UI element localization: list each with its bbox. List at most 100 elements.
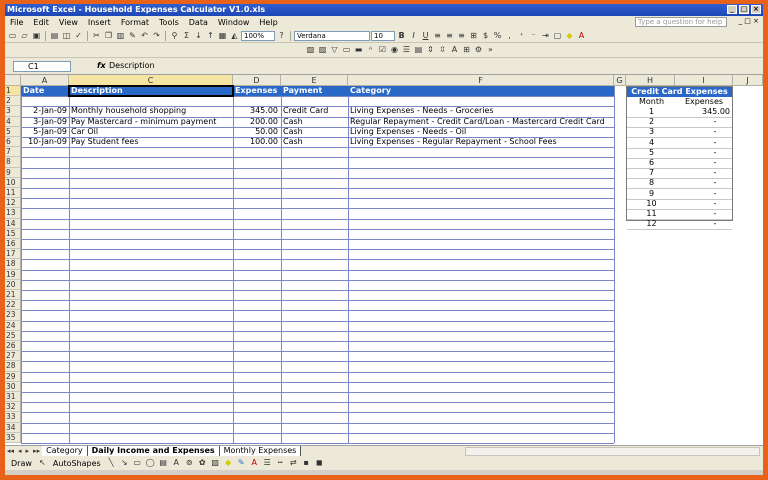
save-icon[interactable]: ▣ [31,31,42,41]
row-header[interactable]: 15 [5,228,21,239]
row-header[interactable]: 23 [5,310,21,321]
fill-color-icon[interactable]: ◆ [564,31,575,41]
column-header-g[interactable]: G [614,75,626,86]
zoom-select[interactable]: 100% [241,30,275,41]
column-header-j[interactable]: J [733,75,763,86]
cc-expense-cell[interactable]: - [676,209,730,219]
row-header[interactable]: 1 [5,86,21,97]
menu-window[interactable]: Window [213,18,255,27]
cell-expenses[interactable]: 345.00 [233,106,278,116]
cc-expense-cell[interactable]: - [676,199,730,209]
cell-description[interactable]: Monthly household shopping [71,106,231,116]
row-header[interactable]: 7 [5,147,21,158]
row-header[interactable]: 17 [5,249,21,260]
row-header[interactable]: 31 [5,392,21,403]
picture-icon[interactable]: ▨ [210,458,221,468]
first-sheet-icon[interactable]: ◂◂ [5,447,16,455]
month-header[interactable]: Month [627,97,676,107]
font-color-icon[interactable]: A [576,31,587,41]
cell-date[interactable]: 10-Jan-09 [21,137,67,147]
redo-icon[interactable]: ↷ [151,31,162,41]
autoshapes-menu[interactable]: AutoShapes [50,459,104,468]
header-payment[interactable]: Payment [283,86,322,96]
row-header[interactable]: 35 [5,432,21,443]
row-header[interactable]: 6 [5,137,21,148]
cc-expenses-header[interactable]: Expenses [676,97,732,107]
cc-month-cell[interactable]: 9 [627,189,676,199]
spelling-icon[interactable]: ✓ [73,31,84,41]
row-header[interactable]: 12 [5,198,21,209]
row-header[interactable]: 22 [5,300,21,311]
row-header[interactable]: 29 [5,371,21,382]
cell-expenses[interactable]: 50.00 [233,127,278,137]
cell-category[interactable]: Living Expenses - Needs - Groceries [350,106,612,116]
cc-expense-cell[interactable]: - [676,189,730,199]
print-icon[interactable]: ▤ [49,31,60,41]
row-header[interactable]: 9 [5,167,21,178]
font-size-select[interactable]: 10 [371,30,395,41]
tab-daily-income-and-expenses[interactable]: Daily Income and Expenses [87,445,220,457]
minimize-button[interactable]: _ [727,5,737,14]
cc-month-cell[interactable]: 5 [627,148,676,158]
rectangle-icon[interactable]: ▭ [132,458,143,468]
header-expenses[interactable]: Expenses [235,86,277,96]
bold-icon[interactable]: B [396,31,407,41]
currency-icon[interactable]: $ [480,31,491,41]
fx-icon[interactable]: fx [97,61,106,70]
list-icon[interactable]: ☰ [401,45,412,55]
cut-icon[interactable]: ✂ [91,31,102,41]
3d-icon[interactable]: ◼ [314,458,325,468]
cell-description[interactable]: Car Oil [71,127,231,137]
arrow-icon[interactable]: ↘ [119,458,130,468]
horizontal-scrollbar[interactable] [465,447,760,456]
cell-expenses[interactable]: 100.00 [233,137,278,147]
filter-icon[interactable]: ▽ [329,45,340,55]
draw-menu[interactable]: Draw [8,459,35,468]
prev-sheet-icon[interactable]: ◂ [16,447,24,455]
cell-payment[interactable]: Credit Card [283,106,347,116]
last-sheet-icon[interactable]: ▸▸ [31,447,42,455]
sort-descending-icon[interactable]: ↑ [205,31,216,41]
cc-expense-cell[interactable]: - [676,127,730,137]
cc-expense-cell[interactable]: - [676,178,730,188]
menu-tools[interactable]: Tools [154,18,184,27]
row-header[interactable]: 5 [5,126,21,137]
borders-icon[interactable]: ▢ [552,31,563,41]
row-header[interactable]: 8 [5,157,21,168]
fill-draw-icon[interactable]: ◆ [223,458,234,468]
cc-month-cell[interactable]: 2 [627,117,676,127]
button-icon[interactable]: ▬ [353,45,364,55]
italic-icon[interactable]: I [408,31,419,41]
row-header[interactable]: 27 [5,351,21,362]
format-painter-icon[interactable]: ✎ [127,31,138,41]
row-header[interactable]: 14 [5,218,21,229]
open-icon[interactable]: ▱ [19,31,30,41]
row-header[interactable]: 25 [5,330,21,341]
menu-help[interactable]: Help [254,18,282,27]
column-header-a[interactable]: A [21,75,69,86]
cell-date[interactable]: 5-Jan-09 [21,127,67,137]
row-header[interactable]: 18 [5,259,21,270]
chart-icon[interactable]: ▧ [305,45,316,55]
cell-category[interactable]: Living Expenses - Regular Repayment - Sc… [350,137,612,147]
tab-monthly-expenses[interactable]: Monthly Expenses [219,446,302,456]
cell-date[interactable]: 2-Jan-09 [21,106,67,116]
more-icon[interactable]: » [485,45,496,55]
cell-category[interactable]: Regular Repayment - Credit Card/Loan - M… [350,117,612,127]
cell-expenses[interactable]: 200.00 [233,117,278,127]
cc-month-cell[interactable]: 1 [627,107,676,117]
pivot-icon[interactable]: ▨ [317,45,328,55]
font-color-draw-icon[interactable]: A [249,458,260,468]
menu-data[interactable]: Data [184,18,213,27]
undo-icon[interactable]: ↶ [139,31,150,41]
underline-icon[interactable]: U [420,31,431,41]
header-category[interactable]: Category [350,86,391,96]
worksheet-grid[interactable]: A C D E F G H I J 1 2 3 4 5 6 7 8 9 10 11 12 13 14 15 1… [5,75,763,445]
copy-icon[interactable]: ❐ [103,31,114,41]
row-header[interactable]: 10 [5,177,21,188]
cell-payment[interactable]: Cash [283,137,347,147]
cc-month-cell[interactable]: 3 [627,127,676,137]
align-center-icon[interactable]: ≡ [444,31,455,41]
cc-expense-cell[interactable]: - [676,168,730,178]
row-header[interactable]: 2 [5,96,21,107]
